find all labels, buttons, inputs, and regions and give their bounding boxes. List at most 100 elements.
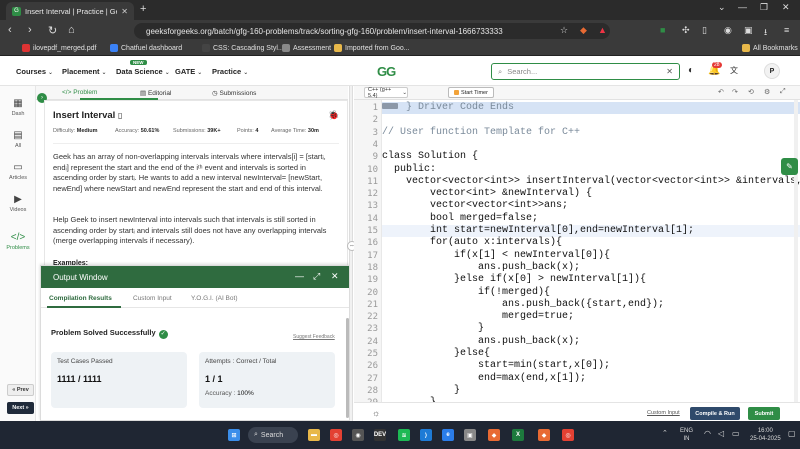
code-line[interactable]: public: [382, 164, 800, 176]
dark-mode-icon[interactable]: ◐ [688, 65, 694, 76]
code-line[interactable]: ans.push_back({start,end}); [382, 299, 800, 311]
folded-code-marker[interactable] [382, 103, 398, 109]
gfg-logo[interactable]: GG [377, 64, 396, 79]
menu-placement[interactable]: Placement ⌄ [62, 67, 107, 76]
wifi-icon[interactable]: ◠ [704, 430, 711, 438]
code-line[interactable]: vector<vector<int>> insertInterval(vecto… [382, 176, 800, 188]
profile-icon[interactable]: ◉ [724, 25, 732, 36]
windows-start-icon[interactable]: ⊞ [228, 429, 240, 441]
bookmark-item[interactable]: Assessment [282, 44, 331, 52]
code-line[interactable] [382, 139, 800, 151]
code-line[interactable] [382, 114, 800, 126]
vscode-icon[interactable]: ⟩ [420, 429, 432, 441]
star-icon[interactable]: ☆ [560, 25, 568, 36]
tab-search-icon[interactable]: ⌄ [718, 2, 726, 13]
code-line[interactable]: ans.push_back(x); [382, 336, 800, 348]
code-line[interactable]: }else if(x[0] > newInterval[1]){ [382, 274, 800, 286]
rail-item-articles[interactable]: ▭ Articles [0, 162, 36, 181]
home-icon[interactable]: ⌂ [68, 24, 75, 36]
browser-tab[interactable]: G Insert Interval | Practice | Geek ✕ [6, 2, 134, 20]
code-line[interactable]: int start=newInterval[0],end=newInterval… [382, 225, 800, 238]
tab-compilation-results[interactable]: Compilation Results [49, 295, 112, 302]
code-line[interactable]: // User function Template for C++ [382, 127, 800, 139]
rail-item-problems[interactable]: </> Problems [0, 232, 36, 251]
code-line[interactable]: vector<vector<int>>ans; [382, 200, 800, 212]
taskbar-search[interactable]: ⌕ Search [248, 427, 298, 443]
code-line[interactable]: if(x[1] < newInterval[0]){ [382, 250, 800, 262]
bookmark-item[interactable]: ilovepdf_merged.pdf [22, 44, 96, 52]
tab-yogi-ai-bot[interactable]: Y.O.G.I. (AI Bot) [191, 295, 237, 302]
brave-active-icon[interactable]: ◆ [538, 429, 550, 441]
code-line[interactable]: for(auto x:intervals){ [382, 237, 800, 249]
rail-item-dash[interactable]: ▦ Dash [0, 98, 36, 117]
download-icon[interactable]: ⭳ [764, 25, 767, 41]
rail-item-all[interactable]: ▤ All [0, 130, 36, 149]
code-line[interactable]: vector<int> &newInterval) { [382, 188, 800, 200]
excel-icon[interactable]: X [512, 429, 524, 441]
tray-chevron-icon[interactable]: ⌃ [662, 430, 668, 438]
code-line[interactable]: if(!merged){ [382, 287, 800, 299]
bookmark-item[interactable]: Chatfuel dashboard [110, 44, 182, 52]
menu-icon[interactable]: ≡ [784, 25, 789, 35]
theme-toggle-icon[interactable]: ☼ [372, 408, 380, 418]
undo-icon[interactable]: ↶ [718, 88, 724, 96]
maximize-icon[interactable]: ❐ [760, 2, 768, 13]
submit-button[interactable]: Submit [748, 407, 780, 420]
language-select[interactable]: C++ (g++ 5.4) ⌄ [364, 87, 408, 99]
rail-item-videos[interactable]: ▶ Videos [0, 194, 36, 213]
report-bug-icon[interactable]: 🐞 [328, 110, 339, 121]
compile-run-button[interactable]: Compile & Run [690, 407, 740, 420]
tab-problem[interactable]: </> Problem [62, 89, 97, 96]
translate-icon[interactable]: 文 [730, 65, 738, 76]
brave-icon[interactable]: ◆ [488, 429, 500, 441]
code-line[interactable]: } Driver Code Ends [382, 102, 800, 115]
close-tab-icon[interactable]: ✕ [121, 7, 128, 16]
menu-courses[interactable]: Courses ⌄ [16, 67, 53, 76]
clock[interactable]: 16:00 25-04-2025 [750, 427, 781, 443]
clear-search-icon[interactable]: ✕ [666, 67, 673, 76]
code-line[interactable]: end=max(end,x[1]); [382, 373, 800, 385]
suggest-feedback-link[interactable]: Suggest Feedback [293, 334, 335, 340]
code-line[interactable]: class Solution { [382, 151, 800, 163]
code-line[interactable]: } [382, 385, 800, 397]
minimize-output-icon[interactable]: — [295, 271, 304, 281]
menu-practice[interactable]: Practice ⌄ [212, 67, 248, 76]
tab-submissions[interactable]: ◷ Submissions [212, 89, 256, 97]
next-button[interactable]: Next » [7, 402, 34, 414]
battery-icon[interactable]: ▭ [732, 430, 740, 438]
code-line[interactable]: merged=true; [382, 311, 800, 323]
file-explorer-icon[interactable]: ▬ [308, 429, 320, 441]
code-line[interactable]: ans.push_back(x); [382, 262, 800, 274]
redo-icon[interactable]: ↷ [732, 88, 738, 96]
back-icon[interactable]: ‹ [8, 24, 12, 36]
volume-icon[interactable]: ◁ [718, 430, 724, 438]
brave-shield-icon[interactable]: ◆ [580, 25, 587, 36]
code-line[interactable]: }else{ [382, 348, 800, 360]
forward-icon[interactable]: › [28, 24, 32, 36]
code-editor[interactable]: 1 } Driver Code Ends 2 3 // User function T… [354, 100, 800, 402]
start-timer-button[interactable]: Start Timer [448, 87, 494, 98]
wallet-icon[interactable]: ▣ [744, 25, 753, 36]
bookmark-folder[interactable]: Imported from Goo... [334, 44, 410, 52]
tab-editorial[interactable]: ▤ Editorial [140, 89, 171, 97]
close-output-icon[interactable]: ✕ [331, 271, 339, 282]
language-indicator[interactable]: ENG IN [680, 427, 693, 443]
extension-icon[interactable]: ■ [660, 25, 665, 35]
menu-data-science[interactable]: Data Science ⌄ [116, 67, 170, 76]
prev-button[interactable]: « Prev [7, 384, 34, 396]
new-tab-icon[interactable]: + [140, 3, 146, 15]
camera-icon[interactable]: ◉ [352, 429, 364, 441]
edge-icon[interactable]: e [442, 429, 454, 441]
code-line[interactable]: bool merged=false; [382, 213, 800, 225]
avatar[interactable]: P [764, 63, 780, 79]
url-field[interactable]: geeksforgeeks.org/batch/gfg-160-problems… [134, 23, 610, 39]
code-line[interactable]: start=min(start,x[0]); [382, 360, 800, 372]
panel-splitter[interactable] [349, 86, 353, 421]
tab-custom-input[interactable]: Custom Input [133, 295, 172, 302]
reload-icon[interactable]: ↻ [48, 24, 57, 37]
close-window-icon[interactable]: ✕ [782, 2, 790, 13]
rewards-icon[interactable]: ▲ [598, 25, 607, 35]
fullscreen-icon[interactable]: ⤢ [780, 88, 786, 96]
chat-icon[interactable]: ✎ [781, 158, 798, 175]
all-bookmarks[interactable]: All Bookmarks [742, 44, 798, 52]
